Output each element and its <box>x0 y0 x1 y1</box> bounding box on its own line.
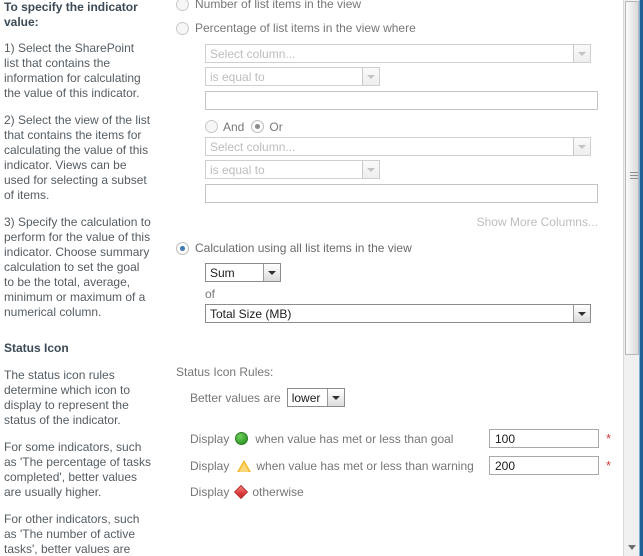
status-rule-row-goal: Display when value has met or less than … <box>190 429 612 448</box>
status-rule-warning-required-marker: * <box>606 457 612 473</box>
scrollbar-down-button[interactable] <box>625 540 639 554</box>
status-rule-row-warning: Display when value has met or less than … <box>190 456 612 475</box>
filter-2-value-text <box>206 185 597 187</box>
green-circle-icon <box>235 432 249 445</box>
chevron-down-icon[interactable] <box>573 305 590 322</box>
option-calculation-all-items-label: Calculation using all list items in the … <box>195 241 412 255</box>
filter-clause-2: Select column... is equal to <box>205 137 608 203</box>
chevron-down-icon[interactable] <box>573 45 590 62</box>
help-step-1: 1) Select the SharePoint list that conta… <box>4 41 141 100</box>
status-rule-goal-display-label: Display <box>190 431 230 446</box>
status-icon-rules-section: Status Icon Rules: Better values are low… <box>176 365 612 501</box>
chevron-down-icon[interactable] <box>573 138 590 155</box>
option-number-of-list-items-label: Number of list items in the view <box>195 0 362 11</box>
scrollbar-thumb[interactable] <box>625 1 639 355</box>
show-more-columns-row: Show More Columns... <box>176 215 598 229</box>
yellow-triangle-icon <box>237 459 252 472</box>
filter-2-operator-value: is equal to <box>210 162 265 177</box>
filter-2-column-value: Select column... <box>210 139 296 154</box>
status-rule-goal-input[interactable]: 100 <box>489 429 599 448</box>
vertical-scrollbar[interactable] <box>623 0 640 556</box>
calculation-column-value: Total Size (MB) <box>210 306 292 321</box>
option-percentage-of-list-items[interactable]: Percentage of list items in the view whe… <box>176 20 608 36</box>
show-more-columns-link[interactable]: Show More Columns... <box>477 215 598 229</box>
option-calculation-all-items[interactable]: Calculation using all list items in the … <box>176 240 608 256</box>
chevron-down-icon[interactable] <box>362 68 379 85</box>
scrollbar-grip <box>630 172 638 181</box>
filter-1-value-input[interactable] <box>205 91 598 110</box>
calculation-function-value: Sum <box>210 265 235 280</box>
chevron-down-icon[interactable] <box>263 264 280 281</box>
status-rule-goal-condition: when value has met or less than goal <box>255 431 454 446</box>
status-rule-warning-input[interactable]: 200 <box>489 456 599 475</box>
filter-conjunction-group: And Or <box>205 119 608 134</box>
calculation-column-select[interactable]: Total Size (MB) <box>205 304 591 323</box>
status-rule-warning-display-label: Display <box>190 458 230 473</box>
indicator-settings-page: To specify the indicator value: 1) Selec… <box>0 0 643 556</box>
chevron-down-icon <box>628 544 636 550</box>
help-title-indicator-value: To specify the indicator value: <box>4 0 138 29</box>
radio-number-of-list-items[interactable] <box>176 0 189 11</box>
filter-clause-1: Select column... is equal to <box>205 44 608 110</box>
status-rule-goal-value: 100 <box>495 432 516 446</box>
filter-2-operator-select[interactable]: is equal to <box>205 160 380 179</box>
red-diamond-icon <box>233 484 249 500</box>
radio-and-label: And <box>223 119 245 134</box>
chevron-down-icon[interactable] <box>326 389 344 406</box>
filter-1-operator-value: is equal to <box>210 69 265 84</box>
filter-1-column-select[interactable]: Select column... <box>205 44 591 63</box>
option-percentage-of-list-items-label: Percentage of list items in the view whe… <box>195 21 416 35</box>
chevron-down-icon[interactable] <box>362 161 379 178</box>
radio-or[interactable] <box>251 120 265 133</box>
help-status-p3: For other indicators, such as 'The numbe… <box>4 512 140 556</box>
help-step-3: 3) Specify the calculation to perform fo… <box>4 215 151 319</box>
better-values-label: Better values are <box>190 390 281 405</box>
filter-2-value-input[interactable] <box>205 184 598 203</box>
status-rule-row-otherwise: Display otherwise <box>190 483 608 501</box>
better-values-select[interactable]: lower <box>286 388 345 407</box>
calculation-group: Sum of Total Size (MB) <box>205 263 608 323</box>
status-rule-goal-required-marker: * <box>606 430 612 446</box>
status-rule-warning-value: 200 <box>495 459 516 473</box>
filter-1-column-value: Select column... <box>210 46 296 61</box>
option-number-of-list-items[interactable]: Number of list items in the view <box>176 0 608 12</box>
status-rule-otherwise-display-label: Display <box>190 485 230 499</box>
help-panel-status-icon: Status Icon The status icon rules determ… <box>0 341 160 556</box>
calculation-function-select[interactable]: Sum <box>205 263 281 282</box>
help-title-status-icon: Status Icon <box>4 341 69 355</box>
help-step-2: 2) Select the view of the list that cont… <box>4 113 151 202</box>
radio-calculation-all-items[interactable] <box>176 241 189 255</box>
radio-or-label: Or <box>269 119 283 134</box>
status-icon-rules-heading: Status Icon Rules: <box>176 365 274 379</box>
radio-and[interactable] <box>205 120 218 133</box>
radio-percentage-of-list-items[interactable] <box>176 21 189 35</box>
calculation-of-label: of <box>205 287 216 301</box>
help-status-p2: For some indicators, such as 'The percen… <box>4 440 152 499</box>
better-values-row: Better values are lower <box>190 388 608 407</box>
status-rule-warning-condition: when value has met or less than warning <box>256 458 474 473</box>
indicator-value-form: Number of list items in the view Percent… <box>176 0 612 501</box>
filter-1-value-text <box>206 92 597 94</box>
filter-1-operator-select[interactable]: is equal to <box>205 67 380 86</box>
help-status-p1: The status icon rules determine which ic… <box>4 368 131 427</box>
filter-2-column-select[interactable]: Select column... <box>205 137 591 156</box>
status-rule-otherwise-condition: otherwise <box>252 485 304 499</box>
help-panel-indicator-value: To specify the indicator value: 1) Selec… <box>0 0 160 320</box>
better-values-value: lower <box>291 390 321 405</box>
